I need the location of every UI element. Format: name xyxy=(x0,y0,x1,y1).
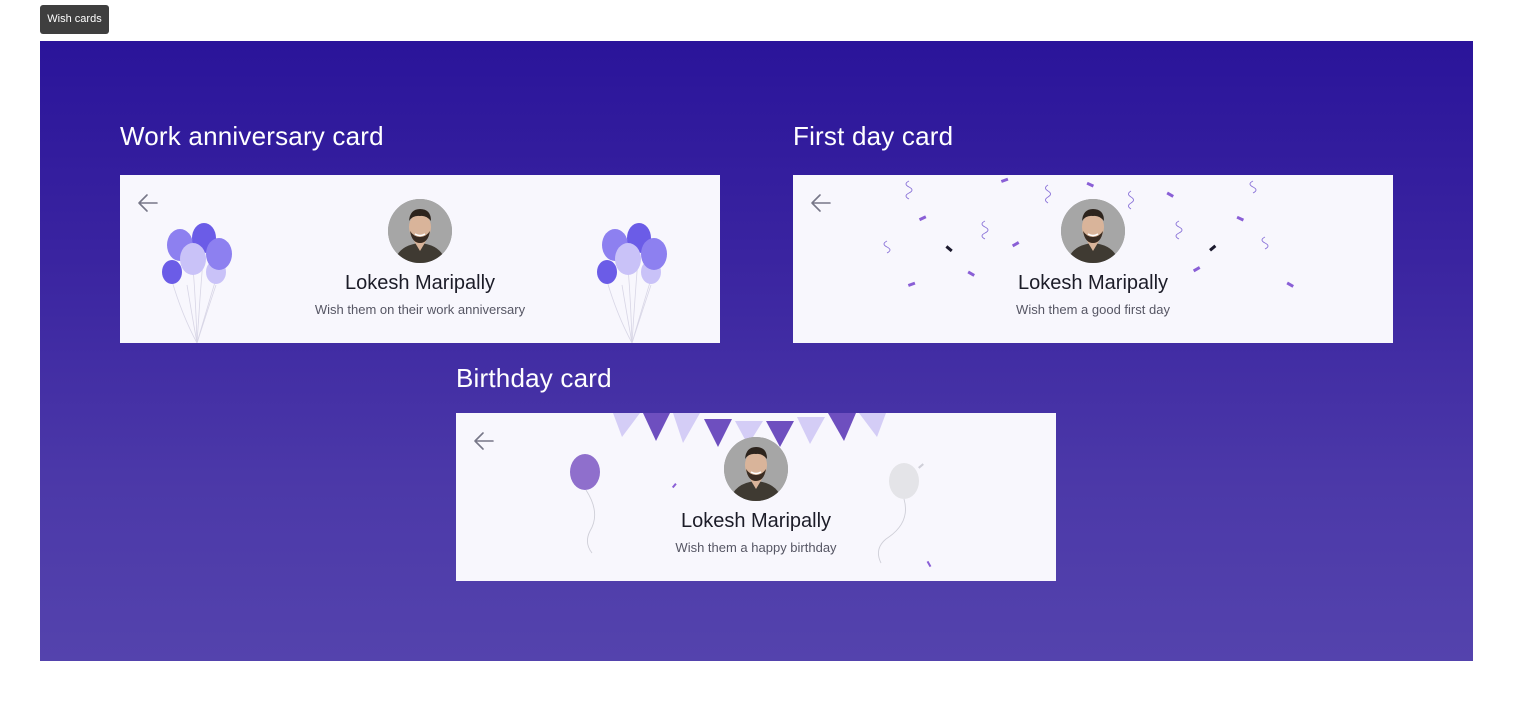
avatar xyxy=(724,437,788,501)
birthday-card: Lokesh Maripally Wish them a happy birth… xyxy=(456,413,1056,581)
first-day-card: Lokesh Maripally Wish them a good first … xyxy=(793,175,1393,343)
back-arrow-icon[interactable] xyxy=(472,429,496,453)
person-name: Lokesh Maripally xyxy=(344,272,496,294)
person-photo xyxy=(1061,199,1125,263)
card-subtitle: Wish them a happy birthday xyxy=(675,540,837,555)
work-anniversary-card: Lokesh Maripally Wish them on their work… xyxy=(120,175,720,343)
avatar xyxy=(1061,199,1125,263)
card-subtitle: Wish them on their work anniversary xyxy=(314,302,526,317)
wish-cards-tab[interactable]: Wish cards xyxy=(40,5,109,34)
person-name: Lokesh Maripally xyxy=(1017,272,1169,294)
work-anniversary-title: Work anniversary card xyxy=(120,121,384,151)
avatar xyxy=(388,199,452,263)
back-arrow-icon[interactable] xyxy=(809,191,833,215)
card-subtitle: Wish them a good first day xyxy=(1016,302,1170,317)
person-photo xyxy=(388,199,452,263)
person-name: Lokesh Maripally xyxy=(680,510,832,532)
wish-cards-canvas: Work anniversary card Lokesh Maripally W… xyxy=(40,41,1473,661)
back-arrow-icon[interactable] xyxy=(136,191,160,215)
birthday-title: Birthday card xyxy=(456,363,612,393)
person-photo xyxy=(724,437,788,501)
first-day-title: First day card xyxy=(793,121,954,151)
